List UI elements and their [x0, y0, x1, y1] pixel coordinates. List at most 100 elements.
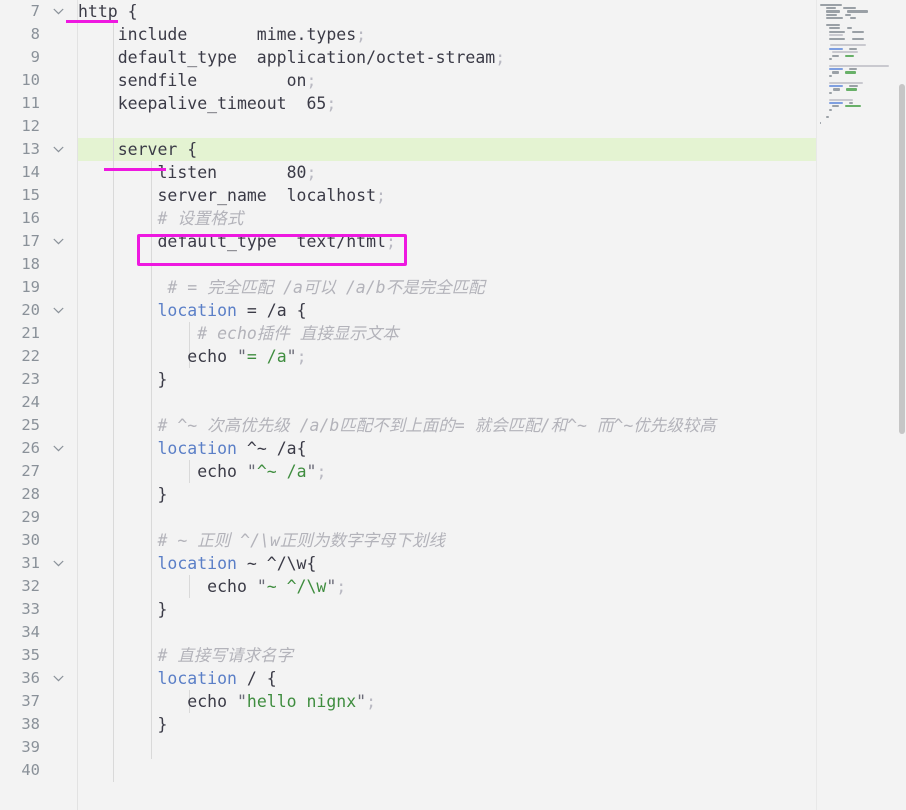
line-number: 18 — [21, 255, 40, 273]
code-line[interactable]: location = /a { — [78, 299, 906, 322]
code-line[interactable]: echo "^~ /a"; — [78, 460, 906, 483]
line-number: 19 — [21, 278, 40, 296]
code-line[interactable]: default_type text/html; — [78, 230, 906, 253]
code-line-text: location ^~ /a{ — [78, 437, 306, 460]
code-content-area[interactable]: http { include mime.types; default_type … — [78, 0, 906, 810]
code-token-kw: = /a — [236, 301, 297, 320]
minimap-segment — [849, 68, 857, 71]
code-token-kw: include mime.types — [78, 25, 357, 44]
minimap-segment — [832, 54, 839, 57]
code-line-text: location ~ ^/\w{ — [78, 552, 316, 575]
minimap-segment — [820, 85, 827, 88]
code-line[interactable] — [78, 253, 906, 276]
line-number: 11 — [21, 94, 40, 112]
gutter-row: 13 — [0, 138, 78, 161]
minimap-segment — [820, 68, 827, 71]
code-line[interactable]: sendfile on; — [78, 69, 906, 92]
code-editor[interactable]: 7 8 9 10 11 12 13 14 15 16 17 18 19 20 21 22 23 24 25 26 27 2… — [0, 0, 906, 810]
code-line[interactable] — [78, 759, 906, 782]
line-number: 17 — [21, 232, 40, 250]
chevron-down-icon[interactable] — [50, 299, 66, 322]
code-line[interactable]: } — [78, 483, 906, 506]
minimap-segment — [820, 7, 824, 10]
code-line[interactable]: # ~ 正则 ^/\w正则为数字字母下划线 — [78, 529, 906, 552]
gutter-row: 40 — [0, 759, 78, 782]
code-line[interactable]: } — [78, 598, 906, 621]
chevron-down-icon[interactable] — [50, 0, 66, 23]
code-token-punct: ; — [495, 48, 506, 67]
minimap-segment — [841, 54, 843, 57]
code-token-loc: location — [78, 669, 237, 688]
code-line[interactable]: server_name localhost; — [78, 184, 906, 207]
code-token-kw: http — [78, 2, 128, 21]
code-line[interactable]: location / { — [78, 667, 906, 690]
code-line[interactable]: # = 完全匹配 /a可以 /a/b不是完全匹配 — [78, 276, 906, 299]
line-number: 39 — [21, 738, 40, 756]
code-line[interactable] — [78, 391, 906, 414]
code-line[interactable]: } — [78, 713, 906, 736]
scrollbar-thumb[interactable] — [899, 84, 905, 434]
code-token-cm: # ~ 正则 ^/\w正则为数字字母下划线 — [78, 531, 445, 550]
code-line-text: echo "^~ /a"; — [78, 460, 326, 483]
code-line[interactable]: echo "= /a"; — [78, 345, 906, 368]
minimap-segment — [820, 98, 827, 101]
minimap-segment — [849, 47, 857, 50]
code-token-str: ^~ /a — [256, 462, 307, 481]
minimap-segment — [820, 51, 830, 54]
minimap-segment — [826, 10, 840, 13]
code-line[interactable]: echo "~ ^/\w"; — [78, 575, 906, 598]
minimap-segment — [832, 51, 858, 54]
chevron-down-icon[interactable] — [50, 138, 66, 161]
code-line[interactable]: location ^~ /a{ — [78, 437, 906, 460]
code-line[interactable]: default_type application/octet-stream; — [78, 46, 906, 69]
line-number: 20 — [21, 301, 40, 319]
code-line[interactable]: listen 80; — [78, 161, 906, 184]
code-token-kw: echo — [78, 692, 237, 711]
indent-guide — [151, 621, 152, 644]
chevron-down-icon[interactable] — [50, 437, 66, 460]
code-line-text: location / { — [78, 667, 276, 690]
minimap-segment — [846, 88, 857, 91]
minimap-content — [816, 0, 898, 125]
code-token-loc: location — [78, 439, 237, 458]
chevron-down-icon[interactable] — [50, 230, 66, 253]
code-line-text: sendfile on; — [78, 69, 317, 92]
code-line[interactable]: http { — [78, 0, 906, 23]
code-line[interactable]: } — [78, 368, 906, 391]
code-line[interactable]: # echo插件 直接显示文本 — [78, 322, 906, 345]
code-token-kw: default_type application/octet-stream — [78, 48, 496, 67]
code-line[interactable] — [78, 115, 906, 138]
minimap-segment — [829, 85, 843, 88]
code-line[interactable]: # 设置格式 — [78, 207, 906, 230]
code-line[interactable] — [78, 736, 906, 759]
code-line[interactable]: keepalive_timeout 65; — [78, 92, 906, 115]
code-line[interactable]: location ~ ^/\w{ — [78, 552, 906, 575]
code-minimap[interactable] — [816, 0, 898, 810]
gutter-row: 31 — [0, 552, 78, 575]
minimap-segment — [833, 88, 840, 91]
minimap-segment — [820, 47, 827, 50]
minimap-segment — [845, 71, 856, 74]
minimap-segment — [820, 37, 827, 40]
code-line[interactable]: echo "hello nignx"; — [78, 690, 906, 713]
chevron-down-icon[interactable] — [50, 667, 66, 690]
chevron-down-icon[interactable] — [50, 552, 66, 575]
vertical-scrollbar[interactable] — [898, 0, 906, 810]
code-line[interactable]: # ^~ 次高优先级 /a/b匹配不到上面的= 就会匹配/和^~ 而^~优先级较… — [78, 414, 906, 437]
code-line-text: # echo插件 直接显示文本 — [78, 322, 399, 345]
code-line[interactable]: include mime.types; — [78, 23, 906, 46]
code-token-brace: } — [78, 485, 168, 504]
code-token-kw: server — [78, 140, 188, 159]
gutter-divider — [77, 0, 78, 810]
code-token-quote: " — [356, 692, 367, 711]
code-line-text: location = /a { — [78, 299, 306, 322]
code-line[interactable]: # 直接写请求名字 — [78, 644, 906, 667]
code-line-highlighted[interactable]: server { — [78, 138, 906, 161]
code-token-kw: default_type text/html — [78, 232, 386, 251]
code-line[interactable] — [78, 621, 906, 644]
code-line[interactable] — [78, 506, 906, 529]
minimap-segment — [829, 57, 832, 60]
code-token-kw: echo — [78, 462, 247, 481]
indent-guide — [113, 759, 114, 782]
minimap-segment — [820, 91, 827, 94]
